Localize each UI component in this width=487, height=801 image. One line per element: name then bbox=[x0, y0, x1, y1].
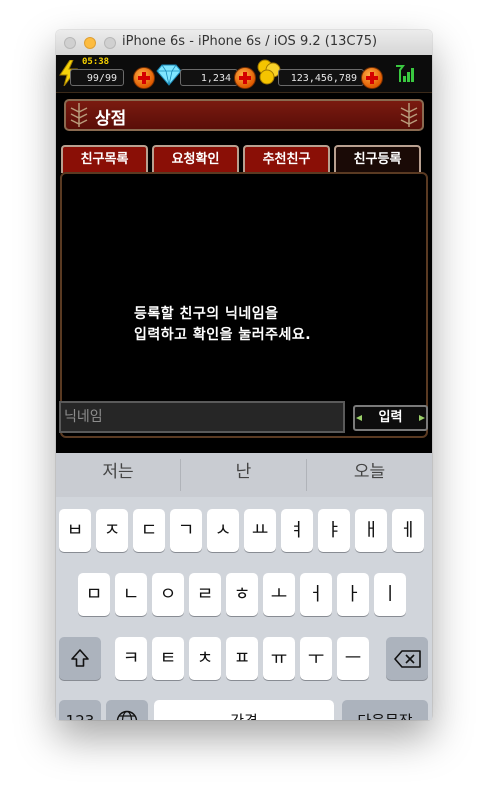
signal-icon bbox=[396, 65, 414, 82]
instruction-line-2: 입력하고 확인을 눌러주세요. bbox=[134, 327, 312, 343]
close-button[interactable] bbox=[64, 37, 76, 49]
key[interactable]: ㅁ bbox=[78, 573, 110, 616]
submit-button[interactable]: 입력 bbox=[353, 405, 428, 431]
tab-recommended-friends[interactable]: 추천친구 bbox=[243, 145, 330, 173]
key[interactable]: ㅇ bbox=[152, 573, 184, 616]
prediction-2[interactable]: 난 bbox=[181, 453, 306, 497]
shift-key[interactable] bbox=[59, 637, 101, 680]
key[interactable]: ㅋ bbox=[115, 637, 147, 680]
window-title: iPhone 6s - iPhone 6s / iOS 9.2 (13C75) bbox=[122, 34, 378, 49]
game-screen: 05:38 99/99 1,234 123,456,789 상점 친구목록 요청… bbox=[56, 55, 432, 720]
right-ornament-icon bbox=[400, 103, 418, 127]
arrow-left-icon bbox=[356, 415, 362, 421]
return-key[interactable]: 다음문장 bbox=[342, 700, 428, 720]
key[interactable]: ㄱ bbox=[170, 509, 202, 552]
key[interactable]: ㅈ bbox=[96, 509, 128, 552]
backspace-key[interactable] bbox=[386, 637, 428, 680]
tab-request-check[interactable]: 요청확인 bbox=[152, 145, 239, 173]
key[interactable]: ㄷ bbox=[133, 509, 165, 552]
simulator-window: iPhone 6s - iPhone 6s / iOS 9.2 (13C75) … bbox=[56, 30, 432, 720]
add-gems-button[interactable] bbox=[234, 67, 256, 89]
energy-counter: 99/99 bbox=[70, 69, 124, 86]
key[interactable]: ㅕ bbox=[281, 509, 313, 552]
tab-friend-list[interactable]: 친구목록 bbox=[61, 145, 148, 173]
arrow-right-icon bbox=[419, 415, 425, 421]
diamond-icon bbox=[156, 64, 182, 86]
add-energy-button[interactable] bbox=[133, 67, 155, 89]
space-key[interactable]: 간격 bbox=[154, 700, 334, 720]
key[interactable]: ㅣ bbox=[374, 573, 406, 616]
tab-register-friend[interactable]: 친구등록 bbox=[334, 145, 421, 173]
maximize-button[interactable] bbox=[104, 37, 116, 49]
globe-icon bbox=[116, 710, 138, 720]
gem-counter: 1,234 bbox=[180, 69, 238, 86]
prediction-3[interactable]: 오늘 bbox=[307, 453, 432, 497]
backspace-icon bbox=[394, 650, 421, 668]
gold-counter: 123,456,789 bbox=[278, 69, 364, 86]
shop-header: 상점 bbox=[64, 99, 424, 131]
key[interactable]: ㅓ bbox=[300, 573, 332, 616]
instruction-text: 등록할 친구의 닉네임을 입력하고 확인을 눌러주세요. bbox=[134, 304, 311, 346]
resource-bar: 05:38 99/99 1,234 123,456,789 bbox=[56, 55, 432, 93]
korean-keyboard: 저는 난 오늘 ㅂ ㅈ ㄷ ㄱ ㅅ ㅛ ㅕ ㅑ ㅐ ㅔ ㅁ ㄴ ㅇ ㄹ ㅎ ㅗ … bbox=[56, 453, 432, 720]
minimize-button[interactable] bbox=[84, 37, 96, 49]
register-panel: 등록할 친구의 닉네임을 입력하고 확인을 눌러주세요. bbox=[60, 172, 428, 438]
prediction-1[interactable]: 저는 bbox=[56, 453, 180, 497]
key[interactable]: ㅐ bbox=[355, 509, 387, 552]
numbers-key[interactable]: 123 bbox=[59, 700, 101, 720]
key[interactable]: ㅎ bbox=[226, 573, 258, 616]
prediction-bar: 저는 난 오늘 bbox=[56, 453, 432, 497]
key[interactable]: ㄴ bbox=[115, 573, 147, 616]
key[interactable]: ㅠ bbox=[263, 637, 295, 680]
nickname-input[interactable]: 닉네임 bbox=[59, 401, 345, 433]
key[interactable]: ㄹ bbox=[189, 573, 221, 616]
key[interactable]: ㅜ bbox=[300, 637, 332, 680]
key[interactable]: ㅅ bbox=[207, 509, 239, 552]
key[interactable]: ㅂ bbox=[59, 509, 91, 552]
page-title: 상점 bbox=[95, 109, 127, 129]
key[interactable]: ㅛ bbox=[244, 509, 276, 552]
instruction-line-1: 등록할 친구의 닉네임을 bbox=[134, 306, 279, 322]
key[interactable]: ㅡ bbox=[337, 637, 369, 680]
key[interactable]: ㅏ bbox=[337, 573, 369, 616]
globe-key[interactable] bbox=[106, 700, 148, 720]
key[interactable]: ㅑ bbox=[318, 509, 350, 552]
key[interactable]: ㅗ bbox=[263, 573, 295, 616]
key[interactable]: ㅊ bbox=[189, 637, 221, 680]
title-bar: iPhone 6s - iPhone 6s / iOS 9.2 (13C75) bbox=[56, 30, 432, 56]
key[interactable]: ㅌ bbox=[152, 637, 184, 680]
energy-timer: 05:38 bbox=[82, 57, 110, 67]
shift-icon bbox=[71, 649, 89, 667]
key[interactable]: ㅍ bbox=[226, 637, 258, 680]
left-ornament-icon bbox=[70, 103, 88, 127]
key[interactable]: ㅔ bbox=[392, 509, 424, 552]
add-gold-button[interactable] bbox=[361, 67, 383, 89]
submit-label: 입력 bbox=[378, 410, 403, 425]
